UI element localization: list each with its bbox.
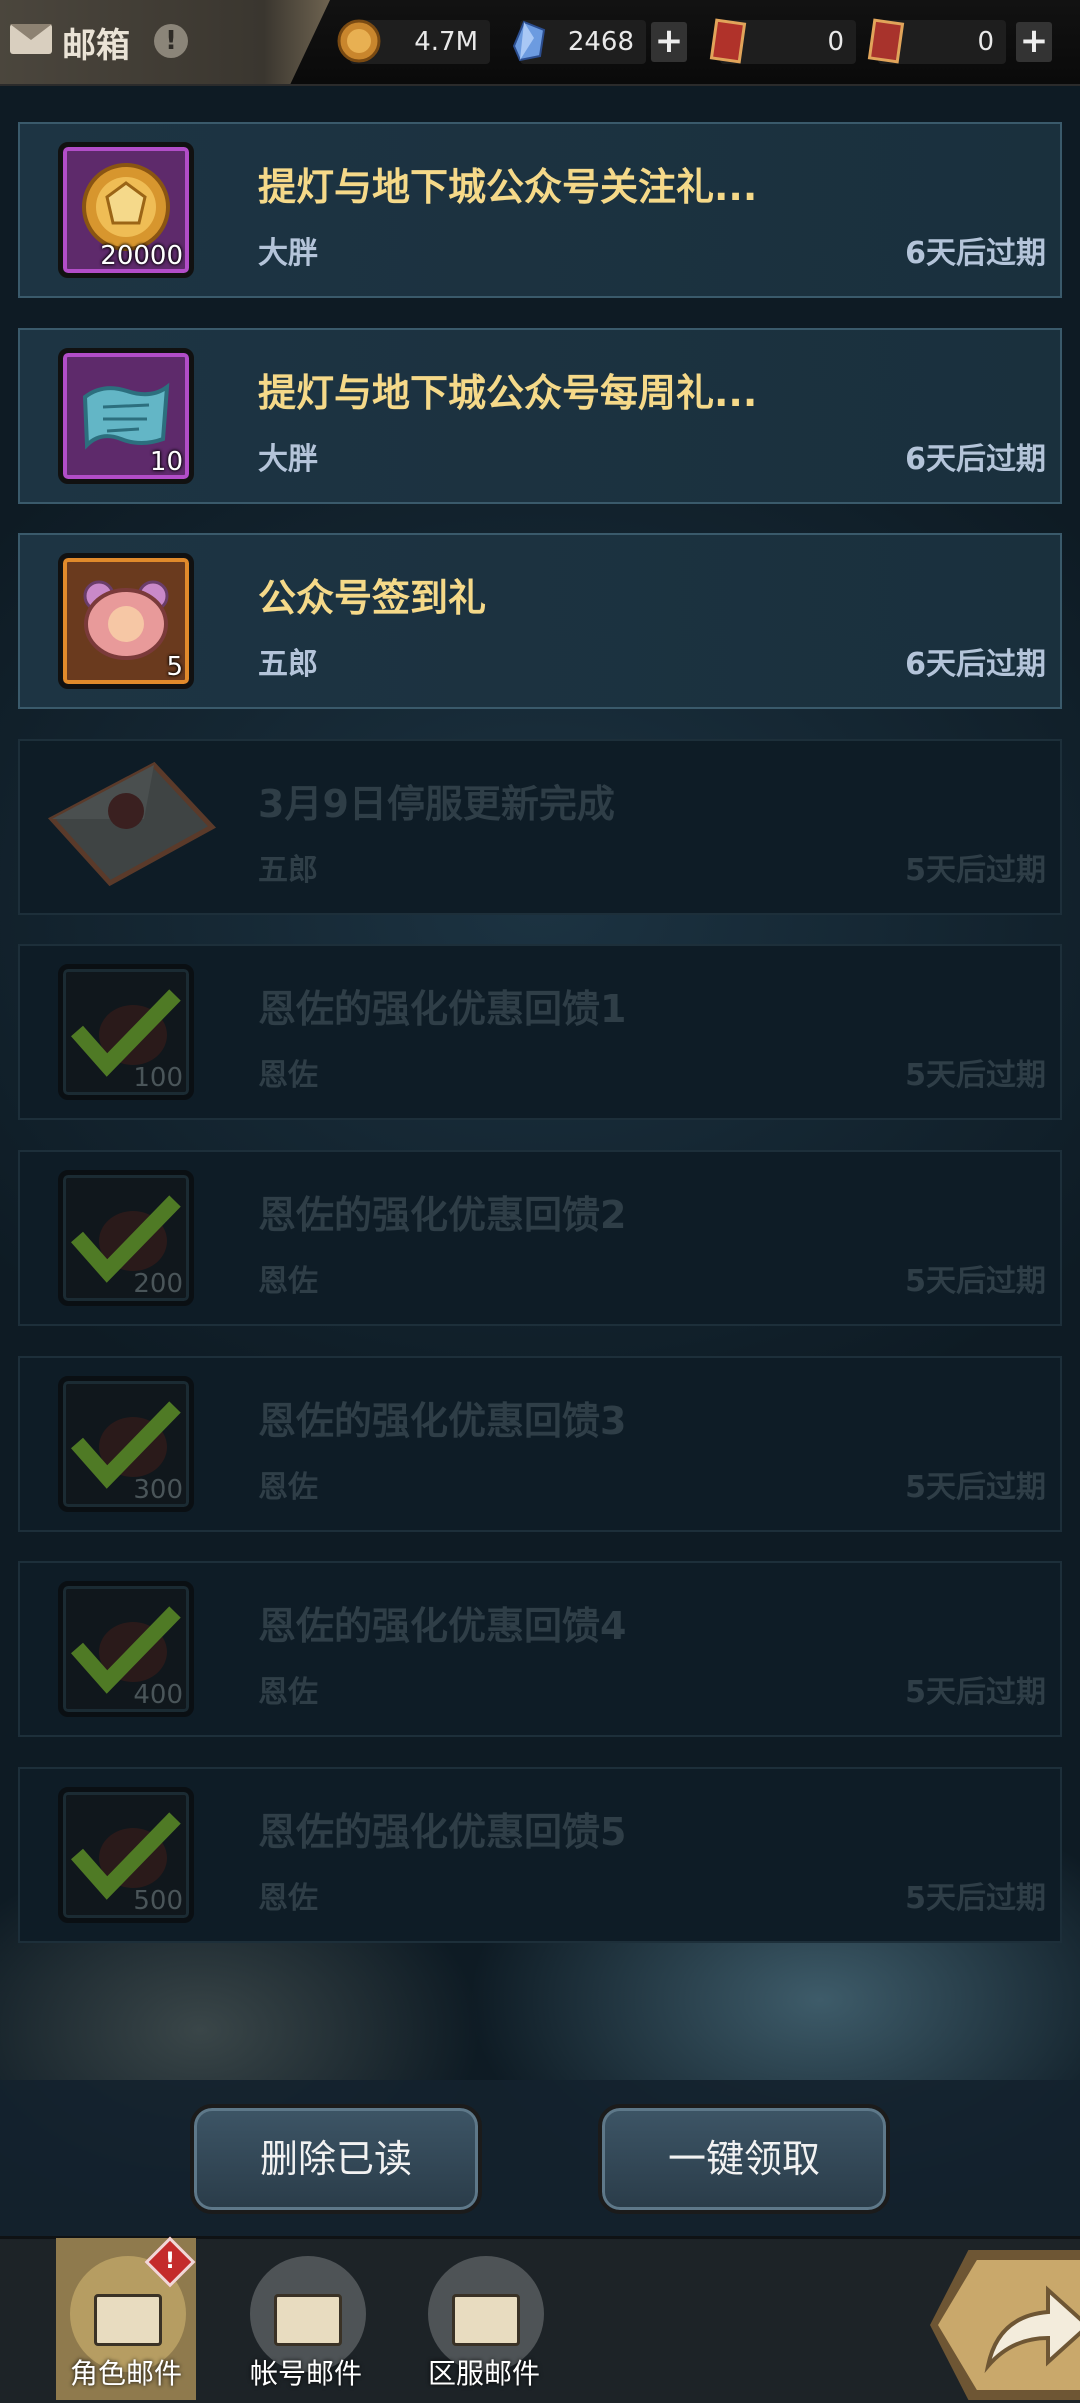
tab-account-mail[interactable]: 帐号邮件 xyxy=(236,2238,376,2400)
mail-item[interactable]: 3月9日停服更新完成 五郎 5天后过期 xyxy=(18,739,1062,915)
mail-sender: 大胖 xyxy=(258,442,318,477)
letter-person-icon xyxy=(274,2294,342,2346)
crystal-value: 2468 xyxy=(567,27,634,57)
mail-expire: 5天后过期 xyxy=(905,1675,1046,1710)
reward-icon-box: 400 xyxy=(58,1581,194,1717)
mail-expire: 5天后过期 xyxy=(905,1470,1046,1505)
resource-crystal: 2468 xyxy=(512,20,646,64)
tab-label: 角色邮件 xyxy=(69,2357,182,2390)
mail-expire: 5天后过期 xyxy=(905,1881,1046,1916)
mail-item[interactable]: 300 恩佐的强化优惠回馈3 恩佐 5天后过期 xyxy=(18,1356,1062,1532)
letter-castle-icon xyxy=(452,2294,520,2346)
share-arrow-icon xyxy=(938,2260,1080,2390)
resource-gold: 4.7M xyxy=(337,19,490,64)
mail-sender: 五郎 xyxy=(258,647,318,682)
reward-icon-box: 300 xyxy=(58,1376,194,1512)
reward-icon-box: 100 xyxy=(58,964,194,1100)
reward-quantity: 10 xyxy=(149,447,183,477)
reward-quantity: 300 xyxy=(133,1475,183,1505)
reward-quantity: 400 xyxy=(133,1680,183,1710)
add-crystal-button[interactable]: + xyxy=(651,22,687,62)
gold-coin-icon xyxy=(337,19,381,63)
info-alert-icon[interactable]: ! xyxy=(154,24,188,58)
mail-envelope-icon xyxy=(10,24,52,54)
reward-quantity: 5 xyxy=(166,652,183,682)
mail-subject: 提灯与地下城公众号每周礼... xyxy=(258,371,758,415)
resource-ticket-b: 0 xyxy=(867,18,1006,64)
mail-subject: 恩佐的强化优惠回馈4 xyxy=(258,1604,627,1648)
mail-sender: 五郎 xyxy=(258,853,318,888)
resource-ticket-a: 0 xyxy=(709,18,856,64)
mail-sender: 恩佐 xyxy=(258,1881,318,1916)
mail-expire: 5天后过期 xyxy=(905,1264,1046,1299)
reward-quantity: 100 xyxy=(133,1063,183,1093)
mail-subject: 恩佐的强化优惠回馈3 xyxy=(258,1399,627,1443)
mail-subject: 公众号签到礼 xyxy=(258,576,487,620)
mail-subject: 提灯与地下城公众号关注礼... xyxy=(258,165,758,209)
tab-label: 区服邮件 xyxy=(427,2357,540,2390)
mail-expire: 5天后过期 xyxy=(905,853,1046,888)
gold-value: 4.7M xyxy=(414,27,478,57)
mail-sender: 恩佐 xyxy=(258,1675,318,1710)
mail-item[interactable]: 500 恩佐的强化优惠回馈5 恩佐 5天后过期 xyxy=(18,1767,1062,1943)
mail-item[interactable]: 20000 提灯与地下城公众号关注礼... 大胖 6天后过期 xyxy=(18,122,1062,298)
add-ticket-button[interactable]: + xyxy=(1016,22,1052,62)
reward-quantity: 500 xyxy=(133,1886,183,1916)
ticket-a-value: 0 xyxy=(827,27,844,57)
mail-expire: 6天后过期 xyxy=(905,647,1046,682)
mail-expire: 6天后过期 xyxy=(905,236,1046,271)
mail-sender: 恩佐 xyxy=(258,1470,318,1505)
red-card-icon xyxy=(867,18,905,64)
page-title: 邮箱 xyxy=(62,26,130,66)
tab-label: 帐号邮件 xyxy=(249,2357,362,2390)
mail-sender: 恩佐 xyxy=(258,1264,318,1299)
tab-server-mail[interactable]: 区服邮件 xyxy=(414,2238,554,2400)
mail-item[interactable]: 5 公众号签到礼 五郎 6天后过期 xyxy=(18,533,1062,709)
top-bar: 邮箱 ! 4.7M 2468 + 0 0 + xyxy=(0,0,1080,86)
delete-read-button[interactable]: 删除已读 xyxy=(190,2104,482,2214)
reward-icon-box: 20000 xyxy=(58,142,194,278)
blue-crystal-icon xyxy=(512,20,546,62)
mail-item[interactable]: 100 恩佐的强化优惠回馈1 恩佐 5天后过期 xyxy=(18,944,1062,1120)
mail-item[interactable]: 400 恩佐的强化优惠回馈4 恩佐 5天后过期 xyxy=(18,1561,1062,1737)
reward-icon-box: 5 xyxy=(58,553,194,689)
mail-expire: 5天后过期 xyxy=(905,1058,1046,1093)
sealed-letter-icon xyxy=(47,761,217,887)
red-ticket-icon xyxy=(709,18,747,64)
ticket-b-value: 0 xyxy=(977,27,994,57)
mail-sender: 恩佐 xyxy=(258,1058,318,1093)
reward-icon-box: 10 xyxy=(58,348,194,484)
mail-subject: 恩佐的强化优惠回馈1 xyxy=(258,987,627,1031)
reward-quantity: 200 xyxy=(133,1269,183,1299)
mail-sender: 大胖 xyxy=(258,236,318,271)
claim-all-button[interactable]: 一键领取 xyxy=(598,2104,890,2214)
reward-icon-box: 500 xyxy=(58,1787,194,1923)
reward-quantity: 20000 xyxy=(100,241,183,271)
letter-icon xyxy=(94,2294,162,2346)
mail-expire: 6天后过期 xyxy=(905,442,1046,477)
mail-subject: 恩佐的强化优惠回馈5 xyxy=(258,1810,627,1854)
title-block: 邮箱 ! xyxy=(0,0,330,84)
action-bar xyxy=(0,2080,1080,2236)
mail-subject: 恩佐的强化优惠回馈2 xyxy=(258,1193,627,1237)
reward-icon-box: 200 xyxy=(58,1170,194,1306)
mail-item[interactable]: 200 恩佐的强化优惠回馈2 恩佐 5天后过期 xyxy=(18,1150,1062,1326)
mail-subject: 3月9日停服更新完成 xyxy=(258,782,615,826)
mail-item[interactable]: 10 提灯与地下城公众号每周礼... 大胖 6天后过期 xyxy=(18,328,1062,504)
